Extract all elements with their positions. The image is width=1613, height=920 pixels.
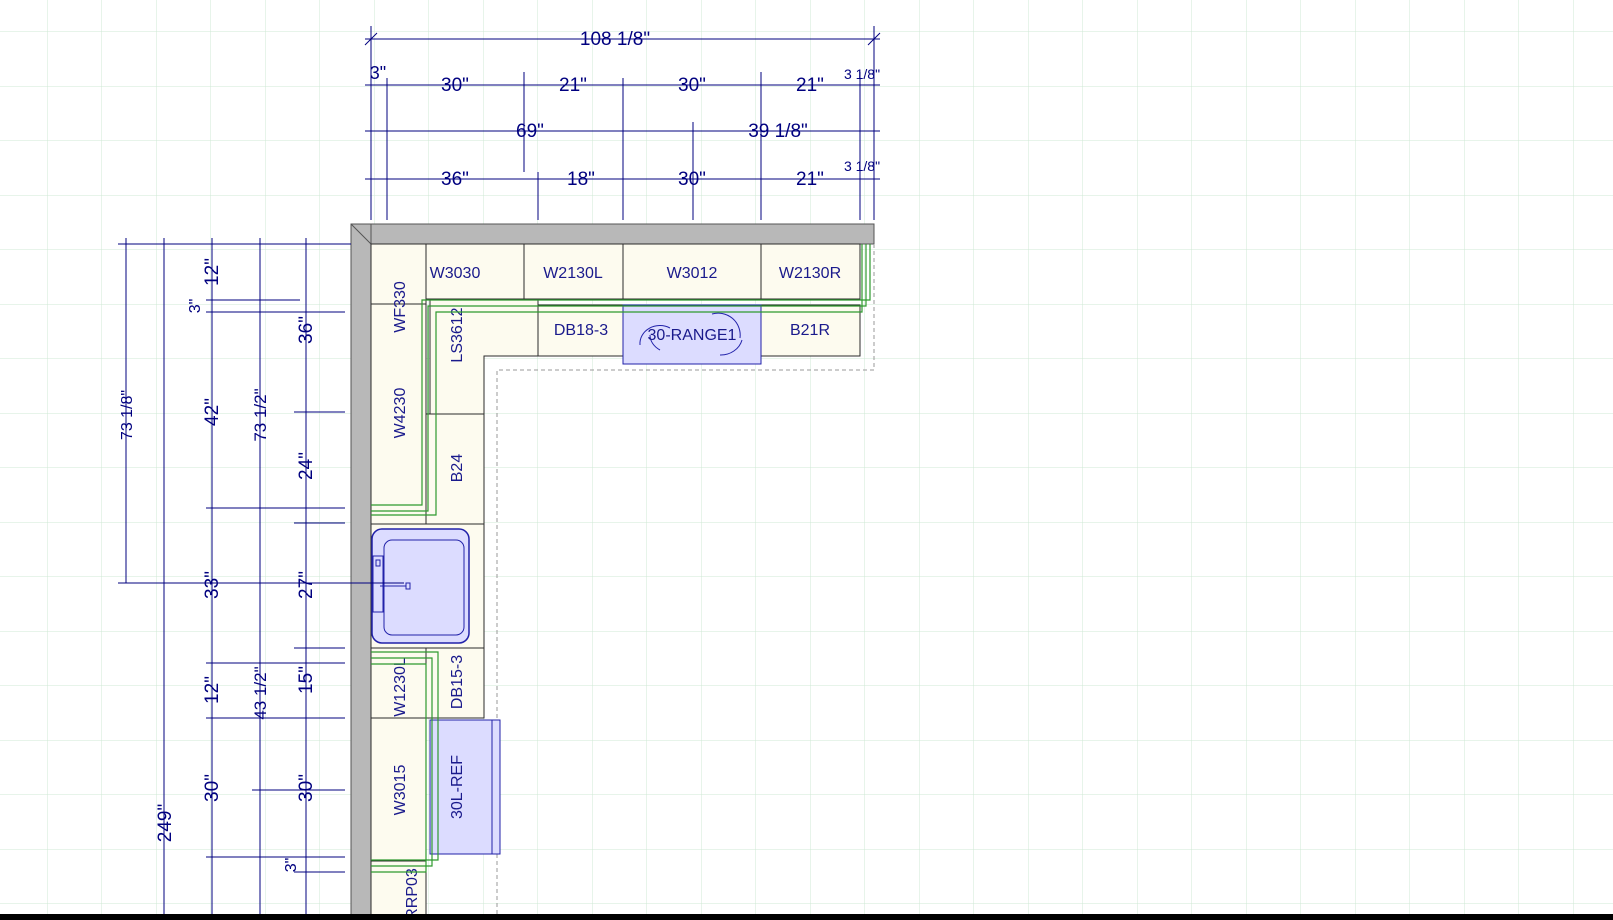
dim-left-c3-4: 12" <box>202 676 223 704</box>
dim-left-c4-1: 43 1/2" <box>251 666 270 719</box>
label-range: 30-RANGE1 <box>648 327 737 344</box>
dim-top-r3-1: 18" <box>567 169 595 190</box>
label-b21r: B21R <box>790 322 830 339</box>
dim-left-c5-1: 24" <box>296 452 317 480</box>
top-wall <box>350 223 875 245</box>
label-db18-3: DB18-3 <box>554 322 608 339</box>
label-w3015: W3015 <box>392 765 409 816</box>
label-b24: B24 <box>449 454 466 483</box>
dim-top-r1-4: 21" <box>796 75 824 96</box>
dim-top-r3-4: 3 1/8" <box>844 158 880 174</box>
label-w3030: W3030 <box>430 265 481 282</box>
label-db15-3: DB15-3 <box>449 655 466 709</box>
dim-top-r1-2: 21" <box>559 75 587 96</box>
dim-left-c4-0: 73 1/2" <box>251 388 270 441</box>
label-wf330: WF330 <box>392 281 409 333</box>
dim-top-r1-1: 30" <box>441 75 469 96</box>
bottom-border <box>0 914 1613 920</box>
dim-left-c1-0: 73 1/8" <box>119 390 136 440</box>
dim-left-c3-5: 30" <box>202 774 223 802</box>
dim-left-c5-4: 30" <box>296 774 317 802</box>
dim-top-r1-5: 3 1/8" <box>844 66 880 82</box>
left-wall <box>350 223 372 920</box>
dim-left-c3-2: 42" <box>202 398 223 426</box>
dim-left-c3-6: 3" <box>283 858 300 873</box>
dim-top-r1-0: 3" <box>370 63 386 83</box>
label-ls3612: LS3612 <box>449 307 466 362</box>
label-w3012: W3012 <box>667 265 718 282</box>
dim-top-r3-3: 21" <box>796 169 824 190</box>
label-w1230l: W1230L <box>392 657 409 717</box>
dim-overall: 108 1/8" <box>580 29 650 50</box>
dim-left-c5-2: 27" <box>296 571 317 599</box>
floor-plan-canvas[interactable]: W3030 W2130L W3012 W2130R DB18-3 B21R 30… <box>0 0 1613 920</box>
label-rrp03: RRP03 <box>404 868 421 920</box>
dim-left-c2-0: 249" <box>155 804 176 842</box>
dim-left-c3-0: 12" <box>202 258 223 286</box>
dim-left-c3-3: 33" <box>202 571 223 599</box>
label-w4230: W4230 <box>392 388 409 439</box>
dim-top-r2-1: 39 1/8" <box>748 121 808 142</box>
dim-left-c5-0: 36" <box>296 316 317 344</box>
dim-top-r1-3: 30" <box>678 75 706 96</box>
dim-top-r3-2: 30" <box>678 169 706 190</box>
label-w2130r: W2130R <box>779 265 841 282</box>
label-w2130l: W2130L <box>543 265 603 282</box>
dim-left-c3-1: 3" <box>187 299 204 314</box>
dim-top-r3-0: 36" <box>441 169 469 190</box>
label-30l-ref: 30L-REF <box>449 755 466 819</box>
dim-left-c5-3: 15" <box>296 666 317 694</box>
dim-top-r2-0: 69" <box>516 121 544 142</box>
